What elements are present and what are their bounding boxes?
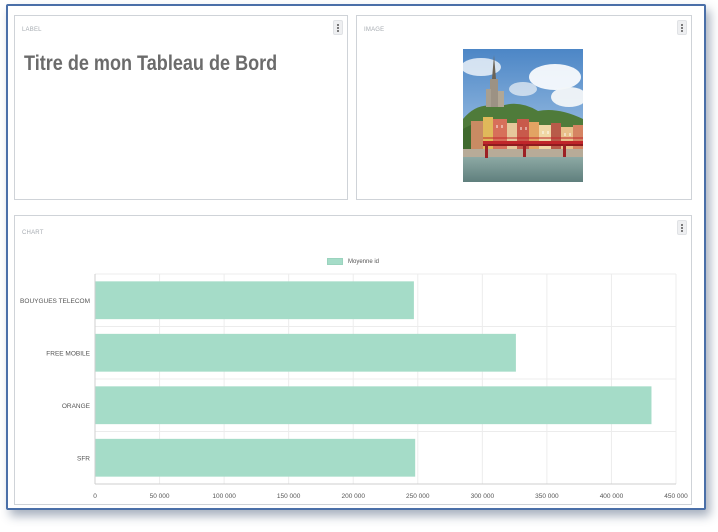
category-label: FREE MOBILE <box>46 350 90 357</box>
x-tick-label: 100 000 <box>212 493 236 500</box>
category-label: BOUYGUES TELECOM <box>20 298 90 305</box>
bar-chart: 0 50 000 100 000 150 000 200 000 250 000 300 0… <box>20 273 688 500</box>
dashboard-frame: LABEL Titre de mon Tableau de Bord IMAGE <box>6 4 706 510</box>
x-tick-label: 200 000 <box>341 493 365 500</box>
x-tick-label: 50 000 <box>150 493 170 500</box>
city-photo <box>463 49 583 182</box>
x-tick-label: 300 000 <box>471 493 495 500</box>
x-tick-label: 250 000 <box>406 493 430 500</box>
bar <box>95 386 652 425</box>
category-label: SFR <box>77 455 90 462</box>
label-card-menu-button[interactable] <box>333 20 343 35</box>
label-card: LABEL Titre de mon Tableau de Bord <box>14 15 348 200</box>
bar <box>95 281 414 320</box>
label-card-section-label: LABEL <box>22 27 42 33</box>
image-card-section-label: IMAGE <box>364 27 385 33</box>
kebab-dot-icon <box>681 23 683 26</box>
dashboard-title: Titre de mon Tableau de Bord <box>24 52 278 75</box>
kebab-dot-icon <box>337 23 339 26</box>
city-photo-image <box>463 49 583 182</box>
category-label: ORANGE <box>62 403 91 410</box>
x-tick-label: 150 000 <box>277 493 301 500</box>
chart-card: CHART Moyenne id 0 50 000 100 000 150 000 20… <box>14 215 692 505</box>
image-card: IMAGE <box>356 15 692 200</box>
image-card-menu-button[interactable] <box>677 20 687 35</box>
x-tick-label: 400 000 <box>600 493 624 500</box>
x-tick-label: 450 000 <box>664 493 688 500</box>
x-tick-label: 0 <box>93 493 97 500</box>
bar <box>95 438 416 477</box>
x-tick-label: 350 000 <box>535 493 559 500</box>
bar <box>95 333 516 372</box>
